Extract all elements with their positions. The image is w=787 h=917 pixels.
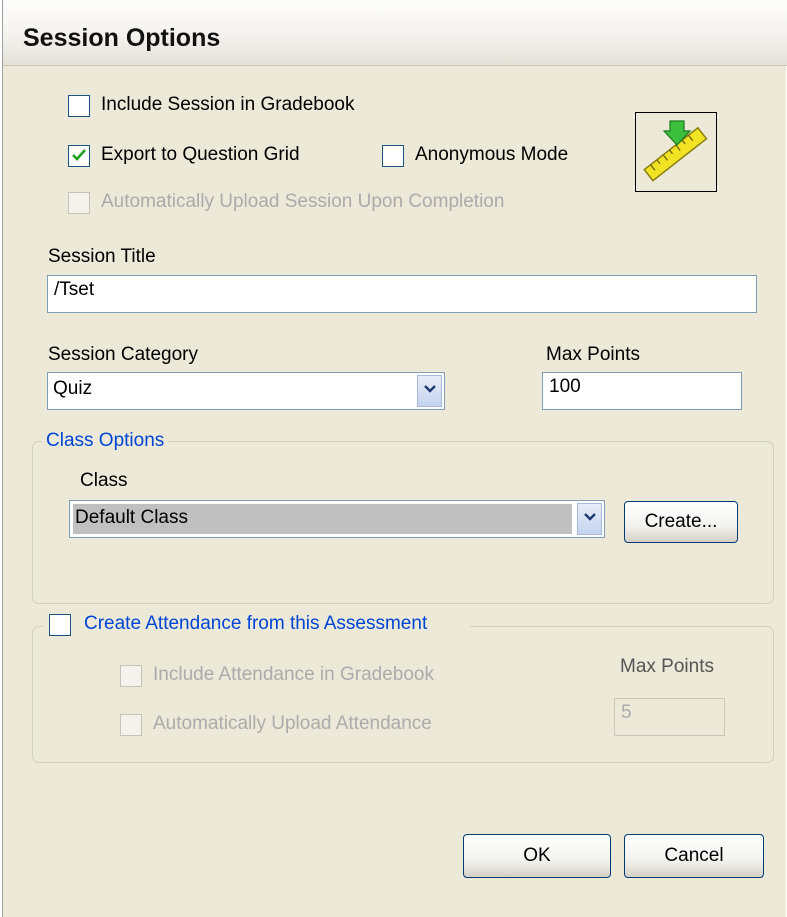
ruler-pencil-icon — [635, 112, 717, 192]
attendance-max-points-input[interactable]: 5 — [614, 698, 725, 736]
create-attendance-label[interactable]: Create Attendance from this Assessment — [80, 613, 432, 635]
max-points-label: Max Points — [546, 344, 640, 365]
attendance-group — [32, 626, 774, 763]
include-attendance-gradebook-checkbox[interactable] — [120, 665, 142, 687]
auto-upload-attendance-checkbox[interactable] — [120, 714, 142, 736]
session-title-label: Session Title — [48, 246, 156, 267]
ok-button[interactable]: OK — [463, 834, 611, 878]
chevron-down-icon[interactable] — [417, 375, 442, 407]
chevron-down-icon[interactable] — [577, 503, 602, 535]
class-value: Default Class — [75, 507, 188, 528]
cancel-button[interactable]: Cancel — [624, 834, 764, 878]
create-attendance-checkbox[interactable] — [49, 614, 71, 636]
attendance-max-points-label: Max Points — [620, 656, 714, 677]
session-title-input[interactable]: /Tset — [47, 275, 757, 313]
session-category-value: Quiz — [53, 378, 93, 399]
checkmark-icon — [72, 149, 86, 161]
class-label: Class — [80, 470, 128, 491]
class-options-legend: Class Options — [42, 430, 169, 452]
anonymous-mode-label[interactable]: Anonymous Mode — [415, 144, 568, 166]
anonymous-mode-checkbox[interactable] — [382, 145, 404, 167]
create-class-button[interactable]: Create... — [624, 501, 738, 543]
title-bar: Session Options — [3, 0, 787, 66]
dialog-title: Session Options — [23, 24, 221, 52]
auto-upload-label[interactable]: Automatically Upload Session Upon Comple… — [101, 191, 504, 213]
session-category-label: Session Category — [48, 344, 198, 365]
include-gradebook-checkbox[interactable] — [68, 95, 90, 117]
session-options-dialog: Session Options Include Session in Grade… — [2, 0, 787, 917]
class-select[interactable]: Default Class — [69, 500, 605, 538]
export-question-grid-label[interactable]: Export to Question Grid — [101, 144, 300, 166]
session-category-select[interactable]: Quiz — [47, 372, 445, 410]
max-points-input[interactable]: 100 — [542, 372, 742, 410]
include-gradebook-label[interactable]: Include Session in Gradebook — [101, 94, 355, 116]
auto-upload-checkbox[interactable] — [68, 192, 90, 214]
export-question-grid-checkbox[interactable] — [68, 145, 90, 167]
auto-upload-attendance-label[interactable]: Automatically Upload Attendance — [153, 713, 432, 735]
include-attendance-gradebook-label[interactable]: Include Attendance in Gradebook — [153, 664, 434, 686]
